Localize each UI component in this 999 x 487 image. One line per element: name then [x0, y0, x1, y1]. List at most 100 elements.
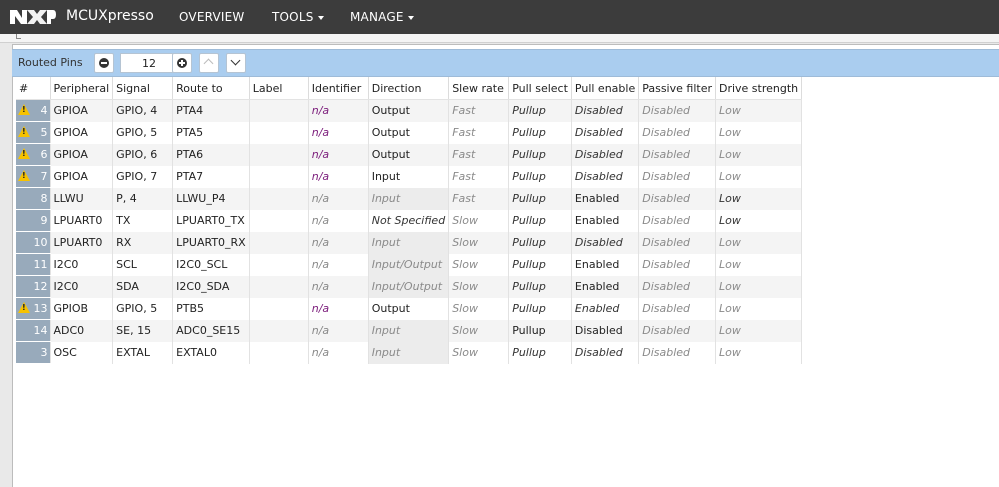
peripheral-cell[interactable]: LPUART0 — [50, 209, 114, 232]
col-header-pull-enable[interactable]: Pull enable — [571, 77, 640, 100]
col-header-route-to[interactable]: Route to — [172, 77, 250, 100]
pin-number-cell[interactable]: 11 — [16, 253, 51, 276]
pull-select-cell[interactable]: Pullup — [508, 165, 572, 188]
drive-strength-cell[interactable]: Low — [715, 297, 803, 320]
pull-select-cell[interactable]: Pullup — [508, 319, 572, 342]
move-up-button[interactable] — [199, 53, 219, 73]
slew-rate-cell[interactable]: Slow — [448, 231, 510, 254]
pull-enable-cell[interactable]: Disabled — [571, 121, 640, 144]
route-to-cell[interactable]: LPUART0_TX — [172, 209, 250, 232]
drive-strength-cell[interactable]: Low — [715, 143, 803, 166]
label-cell[interactable] — [249, 99, 309, 122]
label-cell[interactable] — [249, 143, 309, 166]
slew-rate-cell[interactable]: Slow — [448, 253, 510, 276]
route-to-cell[interactable]: PTB5 — [172, 297, 250, 320]
pull-select-cell[interactable]: Pullup — [508, 297, 572, 320]
direction-cell[interactable]: Input — [368, 165, 450, 188]
slew-rate-cell[interactable]: Slow — [448, 341, 510, 364]
passive-filter-cell[interactable]: Disabled — [638, 319, 716, 342]
label-cell[interactable] — [249, 319, 309, 342]
passive-filter-cell[interactable]: Disabled — [638, 275, 716, 298]
route-to-cell[interactable]: I2C0_SDA — [172, 275, 250, 298]
peripheral-cell[interactable]: ADC0 — [50, 319, 114, 342]
drive-strength-cell[interactable]: Low — [715, 121, 803, 144]
warning-icon[interactable] — [18, 148, 30, 159]
warning-icon[interactable] — [18, 104, 30, 115]
label-cell[interactable] — [249, 165, 309, 188]
col-header-pull-select[interactable]: Pull select — [508, 77, 572, 100]
pull-enable-cell[interactable]: Enabled — [571, 253, 640, 276]
pin-count-input[interactable] — [120, 53, 178, 73]
pull-enable-cell[interactable]: Disabled — [571, 143, 640, 166]
peripheral-cell[interactable]: I2C0 — [50, 275, 114, 298]
passive-filter-cell[interactable]: Disabled — [638, 143, 716, 166]
pull-select-cell[interactable]: Pullup — [508, 275, 572, 298]
slew-rate-cell[interactable]: Slow — [448, 275, 510, 298]
direction-cell[interactable]: Output — [368, 297, 450, 320]
pin-number-cell[interactable]: 9 — [16, 209, 51, 232]
direction-cell[interactable]: Input/Output — [368, 253, 450, 276]
nav-tools[interactable]: TOOLS — [272, 10, 324, 24]
move-down-button[interactable] — [226, 53, 246, 73]
passive-filter-cell[interactable]: Disabled — [638, 341, 716, 364]
route-to-cell[interactable]: ADC0_SE15 — [172, 319, 250, 342]
route-to-cell[interactable]: LLWU_P4 — [172, 187, 250, 210]
drive-strength-cell[interactable]: Low — [715, 253, 803, 276]
table-row[interactable]: 6 GPIOA GPIO, 6 PTA6 n/a Output Fast Pul… — [16, 143, 803, 166]
pin-number-cell[interactable]: 14 — [16, 319, 51, 342]
table-row[interactable]: 7 GPIOA GPIO, 7 PTA7 n/a Input Fast Pull… — [16, 165, 803, 188]
pull-enable-cell[interactable]: Disabled — [571, 341, 640, 364]
identifier-cell[interactable]: n/a — [308, 165, 369, 188]
passive-filter-cell[interactable]: Disabled — [638, 209, 716, 232]
table-row[interactable]: 5 GPIOA GPIO, 5 PTA5 n/a Output Fast Pul… — [16, 121, 803, 144]
passive-filter-cell[interactable]: Disabled — [638, 253, 716, 276]
signal-cell[interactable]: GPIO, 5 — [112, 297, 174, 320]
signal-cell[interactable]: GPIO, 5 — [112, 121, 174, 144]
pin-number-cell[interactable]: 4 — [16, 99, 51, 122]
pull-select-cell[interactable]: Pullup — [508, 121, 572, 144]
col-header-direction[interactable]: Direction — [368, 77, 450, 100]
route-to-cell[interactable]: PTA7 — [172, 165, 250, 188]
passive-filter-cell[interactable]: Disabled — [638, 231, 716, 254]
pull-enable-cell[interactable]: Enabled — [571, 275, 640, 298]
add-row-button[interactable] — [172, 53, 192, 73]
route-to-cell[interactable]: PTA5 — [172, 121, 250, 144]
identifier-cell[interactable]: n/a — [308, 187, 369, 210]
route-to-cell[interactable]: I2C0_SCL — [172, 253, 250, 276]
peripheral-cell[interactable]: GPIOA — [50, 99, 114, 122]
brand-title[interactable]: MCUXpresso — [66, 8, 154, 24]
warning-icon[interactable] — [18, 126, 30, 137]
drive-strength-cell[interactable]: Low — [715, 165, 803, 188]
identifier-cell[interactable]: n/a — [308, 275, 369, 298]
pull-select-cell[interactable]: Pullup — [508, 99, 572, 122]
identifier-cell[interactable]: n/a — [308, 209, 369, 232]
signal-cell[interactable]: GPIO, 6 — [112, 143, 174, 166]
drive-strength-cell[interactable]: Low — [715, 275, 803, 298]
direction-cell[interactable]: Input — [368, 231, 450, 254]
label-cell[interactable] — [249, 297, 309, 320]
label-cell[interactable] — [249, 253, 309, 276]
table-row[interactable]: 10 LPUART0 RX LPUART0_RX n/a Input Slow … — [16, 231, 803, 254]
pin-number-cell[interactable]: 6 — [16, 143, 51, 166]
col-header-signal[interactable]: Signal — [112, 77, 174, 100]
pull-select-cell[interactable]: Pullup — [508, 209, 572, 232]
identifier-cell[interactable]: n/a — [308, 253, 369, 276]
nav-manage[interactable]: MANAGE — [350, 10, 414, 24]
peripheral-cell[interactable]: LPUART0 — [50, 231, 114, 254]
signal-cell[interactable]: SCL — [112, 253, 174, 276]
signal-cell[interactable]: EXTAL — [112, 341, 174, 364]
passive-filter-cell[interactable]: Disabled — [638, 187, 716, 210]
pull-enable-cell[interactable]: Disabled — [571, 165, 640, 188]
route-to-cell[interactable]: PTA4 — [172, 99, 250, 122]
col-header-number[interactable]: # — [16, 77, 51, 100]
pin-number-cell[interactable]: 3 — [16, 341, 51, 364]
direction-cell[interactable]: Input — [368, 341, 450, 364]
pull-select-cell[interactable]: Pullup — [508, 231, 572, 254]
signal-cell[interactable]: GPIO, 7 — [112, 165, 174, 188]
drive-strength-cell[interactable]: Low — [715, 341, 803, 364]
slew-rate-cell[interactable]: Slow — [448, 297, 510, 320]
peripheral-cell[interactable]: I2C0 — [50, 253, 114, 276]
pin-number-cell[interactable]: 13 — [16, 297, 51, 320]
col-header-drive-strength[interactable]: Drive strength — [715, 77, 803, 100]
warning-icon[interactable] — [18, 170, 30, 181]
